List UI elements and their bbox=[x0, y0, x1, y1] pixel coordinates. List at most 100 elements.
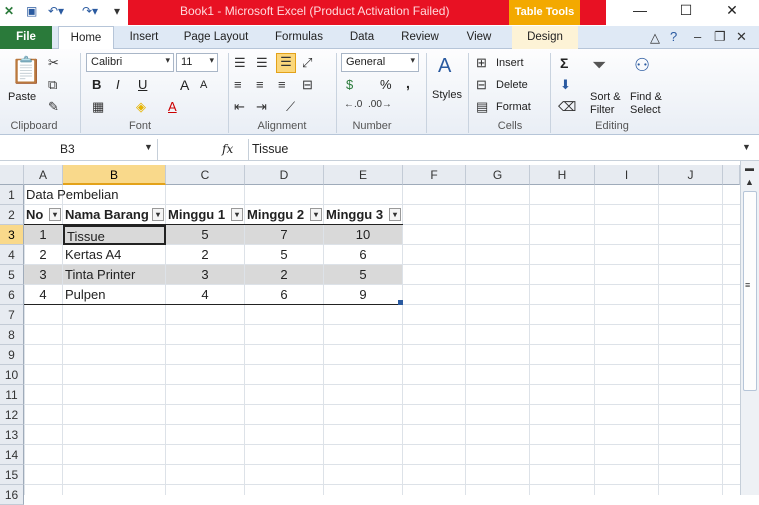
row-header-10[interactable]: 10 bbox=[0, 365, 24, 385]
table-header-minggu-1[interactable]: Minggu 1 ▾ bbox=[166, 205, 245, 225]
table-cell[interactable]: Tinta Printer bbox=[63, 265, 166, 285]
align-right-icon[interactable]: ≡ bbox=[278, 77, 286, 92]
table-resize-handle[interactable] bbox=[398, 300, 403, 305]
percent-button[interactable]: % bbox=[380, 77, 392, 92]
format-cells-icon[interactable]: ▤ bbox=[476, 99, 488, 115]
paste-button[interactable]: Paste bbox=[8, 91, 36, 103]
column-header-f[interactable]: F bbox=[403, 165, 466, 185]
grow-font-button[interactable]: A bbox=[180, 77, 189, 93]
row-header-9[interactable]: 9 bbox=[0, 345, 24, 365]
table-cell[interactable]: 7 bbox=[245, 225, 324, 245]
redo-icon[interactable]: ↷▾ bbox=[82, 4, 98, 18]
chevron-down-icon[interactable]: ▼ bbox=[144, 142, 153, 152]
column-header-k[interactable] bbox=[723, 165, 740, 185]
cell-a1[interactable]: Data Pembelian bbox=[24, 185, 164, 205]
align-left-icon[interactable]: ≡ bbox=[234, 77, 242, 92]
column-header-i[interactable]: I bbox=[595, 165, 659, 185]
fill-icon[interactable]: ⬇ bbox=[560, 77, 571, 93]
align-top-icon[interactable]: ☰ bbox=[234, 55, 246, 71]
tab-data[interactable]: Data bbox=[342, 26, 382, 49]
table-header-minggu-2[interactable]: Minggu 2 ▾ bbox=[245, 205, 324, 225]
clear-icon[interactable]: ⌫ bbox=[558, 99, 576, 115]
font-name-combo[interactable]: Calibri ▾ bbox=[86, 53, 174, 72]
table-cell[interactable]: 4 bbox=[24, 285, 63, 305]
table-cell[interactable]: 2 bbox=[24, 245, 63, 265]
borders-icon[interactable]: ▦ bbox=[92, 99, 104, 115]
align-bottom-icon[interactable]: ☰ bbox=[276, 53, 296, 73]
find-binoculars-icon[interactable]: ⚇ bbox=[634, 55, 650, 76]
copy-icon[interactable]: ⧉ bbox=[48, 77, 57, 93]
table-cell[interactable]: Pulpen bbox=[63, 285, 166, 305]
save-icon[interactable]: ▣ bbox=[26, 4, 37, 18]
row-header-8[interactable]: 8 bbox=[0, 325, 24, 345]
expand-formula-bar-icon[interactable]: ▼ bbox=[742, 142, 751, 152]
column-header-b[interactable]: B bbox=[63, 165, 166, 185]
sort-label[interactable]: Sort & bbox=[590, 91, 621, 103]
table-cell[interactable]: 5 bbox=[166, 225, 245, 245]
format-cells-button[interactable]: Format bbox=[496, 101, 531, 113]
italic-button[interactable]: I bbox=[116, 77, 120, 92]
row-header-2[interactable]: 2 bbox=[0, 205, 24, 225]
tab-design[interactable]: Design bbox=[512, 26, 578, 49]
column-header-e[interactable]: E bbox=[324, 165, 403, 185]
decrease-indent-icon[interactable]: ⇤ bbox=[234, 99, 245, 115]
table-cell[interactable]: 3 bbox=[166, 265, 245, 285]
close-button[interactable]: ✕ bbox=[720, 2, 744, 22]
tab-file[interactable]: File bbox=[0, 26, 52, 49]
row-header-15[interactable]: 15 bbox=[0, 465, 24, 485]
tab-home[interactable]: Home bbox=[58, 26, 114, 50]
font-color-button[interactable]: A bbox=[168, 99, 177, 114]
tab-page-layout[interactable]: Page Layout bbox=[180, 26, 252, 49]
split-box-icon[interactable]: ▬ bbox=[745, 163, 754, 173]
select-label[interactable]: Select bbox=[630, 104, 661, 116]
column-header-h[interactable]: H bbox=[530, 165, 595, 185]
table-cell[interactable]: 3 bbox=[24, 265, 63, 285]
worksheet-grid[interactable]: A B C D E F G H I J 1 2 3 4 5 6 7 8 9 10… bbox=[0, 165, 740, 505]
table-header-minggu-3[interactable]: Minggu 3 ▾ bbox=[324, 205, 403, 225]
row-header-7[interactable]: 7 bbox=[0, 305, 24, 325]
maximize-button[interactable]: ☐ bbox=[674, 2, 698, 22]
tab-review[interactable]: Review bbox=[394, 26, 446, 49]
row-header-12[interactable]: 12 bbox=[0, 405, 24, 425]
decrease-decimal-icon[interactable]: .00→ bbox=[368, 99, 392, 110]
table-cell[interactable]: 10 bbox=[324, 225, 403, 245]
number-format-combo[interactable]: General ▾ bbox=[341, 53, 419, 72]
help-icon[interactable]: ? bbox=[670, 29, 677, 44]
row-header-6[interactable]: 6 bbox=[0, 285, 24, 305]
delete-cells-button[interactable]: Delete bbox=[496, 79, 528, 91]
table-header-nama-barang[interactable]: Nama Barang ▾ bbox=[63, 205, 166, 225]
vertical-scrollbar[interactable]: ▬ ▲ ≡ bbox=[740, 161, 759, 495]
table-header-no[interactable]: No ▾ bbox=[24, 205, 63, 225]
insert-cells-button[interactable]: Insert bbox=[496, 57, 524, 69]
filter-dropdown-icon[interactable]: ▾ bbox=[389, 208, 401, 221]
filter-dropdown-icon[interactable]: ▾ bbox=[231, 208, 243, 221]
format-painter-icon[interactable]: ✎ bbox=[48, 99, 59, 115]
table-cell[interactable]: 2 bbox=[245, 265, 324, 285]
select-all-corner[interactable] bbox=[0, 165, 24, 185]
insert-function-button[interactable]: fx bbox=[222, 142, 233, 156]
filter-dropdown-icon[interactable]: ▾ bbox=[310, 208, 322, 221]
tab-insert[interactable]: Insert bbox=[120, 26, 168, 49]
table-cell[interactable]: 6 bbox=[245, 285, 324, 305]
undo-icon[interactable]: ↶▾ bbox=[48, 4, 64, 18]
name-box[interactable]: B3 bbox=[0, 139, 158, 161]
sort-filter-icon[interactable]: ⏷ bbox=[592, 55, 606, 76]
fill-color-icon[interactable]: ◈ bbox=[136, 99, 146, 115]
scroll-up-icon[interactable]: ▲ bbox=[745, 177, 754, 187]
column-header-g[interactable]: G bbox=[466, 165, 530, 185]
orientation-icon[interactable]: ⤢ bbox=[302, 55, 312, 71]
table-cell[interactable]: 6 bbox=[324, 245, 403, 265]
minimize-button[interactable]: — bbox=[628, 2, 652, 22]
tab-view[interactable]: View bbox=[458, 26, 500, 49]
column-header-c[interactable]: C bbox=[166, 165, 245, 185]
currency-icon[interactable]: $ bbox=[346, 77, 353, 92]
row-header-4[interactable]: 4 bbox=[0, 245, 24, 265]
cut-icon[interactable]: ✂ bbox=[48, 55, 59, 71]
insert-cells-icon[interactable]: ⊞ bbox=[476, 55, 487, 71]
customize-qat-icon[interactable]: ▾ bbox=[114, 4, 120, 18]
autosum-button[interactable]: Σ bbox=[560, 55, 568, 71]
text-direction-icon[interactable]: ⟋ bbox=[286, 99, 295, 115]
row-header-3[interactable]: 3 bbox=[0, 225, 24, 245]
font-size-combo[interactable]: 11 ▾ bbox=[176, 53, 218, 72]
find-label[interactable]: Find & bbox=[630, 91, 662, 103]
